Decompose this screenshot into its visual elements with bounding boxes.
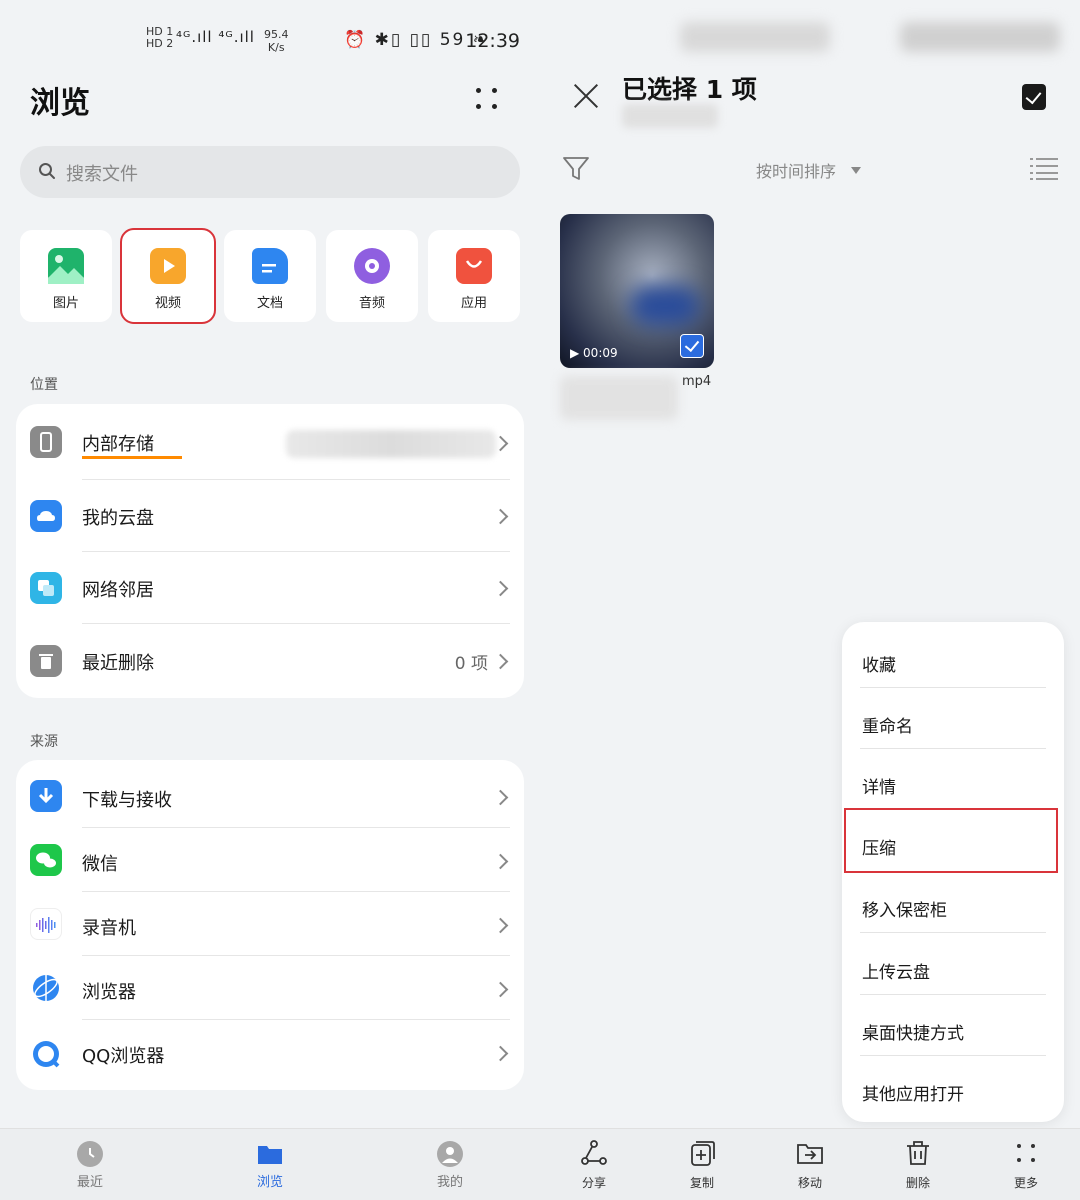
action-delete[interactable]: 删除 <box>883 1139 953 1191</box>
sort-dropdown[interactable]: 按时间排序 <box>756 158 836 182</box>
browse-panel: HD 1 HD 2 ⁴ᴳ.ıll ⁴ᴳ.ıll 95.4 K/s ⏰ ✱▯ ▯▯… <box>0 0 540 1200</box>
document-icon <box>252 248 288 284</box>
nav-browse[interactable]: 浏览 <box>230 1141 310 1190</box>
filter-icon[interactable] <box>562 156 590 182</box>
category-images[interactable]: 图片 <box>20 230 112 322</box>
source-card: 下载与接收 微信 录音机 浏览器 QQ浏览器 <box>16 760 524 1090</box>
selection-panel: 已选择 1 项 按时间排序 ▶ 00:09 mp4 收藏 重命名 详情 压缩 移… <box>540 0 1080 1200</box>
qq-browser-icon <box>30 1038 62 1070</box>
blurred-storage-info <box>286 430 496 458</box>
chevron-right-icon <box>492 1045 509 1062</box>
location-recently-deleted[interactable]: 最近删除 0 项 <box>16 624 524 698</box>
select-all-icon[interactable] <box>1022 84 1046 110</box>
menu-item-rename[interactable]: 重命名 <box>860 688 1046 749</box>
nav-mine[interactable]: 我的 <box>410 1141 490 1190</box>
storage-usage-bar <box>82 456 182 459</box>
folder-icon <box>257 1141 283 1167</box>
source-wechat[interactable]: 微信 <box>16 828 524 892</box>
nav-recent[interactable]: 最近 <box>50 1141 130 1190</box>
download-icon <box>30 780 62 812</box>
menu-item-desktop-shortcut[interactable]: 桌面快捷方式 <box>860 995 1046 1056</box>
action-share[interactable]: 分享 <box>559 1139 629 1191</box>
menu-item-move-to-safe[interactable]: 移入保密柜 <box>860 872 1046 933</box>
search-input[interactable]: 搜索文件 <box>20 146 520 198</box>
source-section-label: 来源 <box>30 734 58 750</box>
close-icon[interactable] <box>572 82 600 110</box>
bottom-navigation: 最近 浏览 我的 <box>0 1128 540 1200</box>
blurred-status-region <box>900 22 1060 52</box>
cloud-icon <box>30 500 62 532</box>
location-internal-storage[interactable]: 内部存储 <box>16 404 524 480</box>
category-apps[interactable]: 应用 <box>428 230 520 322</box>
menu-item-compress[interactable]: 压缩 <box>844 808 1058 873</box>
image-icon <box>48 248 84 284</box>
location-my-cloud[interactable]: 我的云盘 <box>16 480 524 552</box>
location-section-label: 位置 <box>30 377 58 393</box>
more-actions-menu: 收藏 重命名 详情 压缩 移入保密柜 上传云盘 桌面快捷方式 其他应用打开 <box>842 622 1064 1122</box>
category-grid: 图片 视频 文档 音频 应用 <box>20 228 520 324</box>
category-videos[interactable]: 视频 <box>120 228 216 324</box>
blurred-status-region <box>680 22 830 52</box>
action-more[interactable]: 更多 <box>991 1139 1061 1191</box>
browser-icon <box>30 972 62 1004</box>
menu-item-favorite[interactable]: 收藏 <box>860 627 1046 688</box>
menu-item-details[interactable]: 详情 <box>860 749 1046 810</box>
blurred-subtitle <box>622 104 718 128</box>
source-browser[interactable]: 浏览器 <box>16 956 524 1020</box>
audio-icon <box>354 248 390 284</box>
status-bar: HD 1 HD 2 ⁴ᴳ.ıll ⁴ᴳ.ıll 95.4 K/s ⏰ ✱▯ ▯▯… <box>140 24 530 58</box>
move-icon <box>797 1144 823 1164</box>
chevron-right-icon <box>492 580 509 597</box>
page-title: 浏览 <box>30 86 90 121</box>
action-move[interactable]: 移动 <box>775 1139 845 1191</box>
blurred-filename <box>560 376 678 420</box>
source-downloads[interactable]: 下载与接收 <box>16 760 524 828</box>
source-recorder[interactable]: 录音机 <box>16 892 524 956</box>
share-icon <box>581 1140 607 1165</box>
source-qq-browser[interactable]: QQ浏览器 <box>16 1020 524 1090</box>
chevron-right-icon <box>492 981 509 998</box>
more-icon <box>1017 1144 1035 1162</box>
chevron-right-icon <box>492 853 509 870</box>
list-view-icon[interactable] <box>1030 156 1058 180</box>
video-duration: ▶ 00:09 <box>570 346 618 360</box>
phone-icon <box>30 426 62 458</box>
clock-time: 12:39 <box>465 30 520 52</box>
deleted-count: 0 项 <box>454 654 488 674</box>
location-network-neighbor[interactable]: 网络邻居 <box>16 552 524 624</box>
file-extension: mp4 <box>682 374 712 389</box>
chevron-right-icon <box>492 653 509 670</box>
wechat-icon <box>30 844 62 876</box>
chevron-right-icon <box>492 917 509 934</box>
network-speed: 95.4 K/s <box>264 28 289 54</box>
recorder-icon <box>30 908 62 940</box>
menu-item-upload-cloud[interactable]: 上传云盘 <box>860 934 1046 995</box>
app-icon <box>456 248 492 284</box>
video-icon <box>150 248 186 284</box>
chevron-down-icon <box>851 167 861 174</box>
category-audio[interactable]: 音频 <box>326 230 418 322</box>
user-icon <box>437 1141 463 1167</box>
video-thumbnail[interactable]: ▶ 00:09 <box>560 214 714 368</box>
copy-icon <box>691 1141 715 1166</box>
trash-icon <box>30 645 62 677</box>
delete-icon <box>907 1141 929 1165</box>
selection-action-bar: 分享 复制 移动 删除 更多 <box>540 1128 1080 1200</box>
hd-indicator: HD 1 HD 2 <box>146 25 174 50</box>
signal-icon: ⁴ᴳ.ıll ⁴ᴳ.ıll <box>176 28 255 46</box>
menu-item-open-with[interactable]: 其他应用打开 <box>860 1056 1046 1117</box>
clock-icon <box>77 1141 103 1167</box>
selection-title: 已选择 1 项 <box>622 75 757 104</box>
action-copy[interactable]: 复制 <box>667 1139 737 1191</box>
search-icon <box>39 163 55 179</box>
network-icon <box>30 572 62 604</box>
chevron-right-icon <box>492 508 509 525</box>
category-documents[interactable]: 文档 <box>224 230 316 322</box>
selected-checkbox[interactable] <box>680 334 704 358</box>
location-card: 内部存储 我的云盘 网络邻居 最近删除 0 项 <box>16 404 524 698</box>
search-placeholder: 搜索文件 <box>66 164 138 185</box>
chevron-right-icon <box>492 789 509 806</box>
more-options-icon[interactable] <box>470 82 504 116</box>
